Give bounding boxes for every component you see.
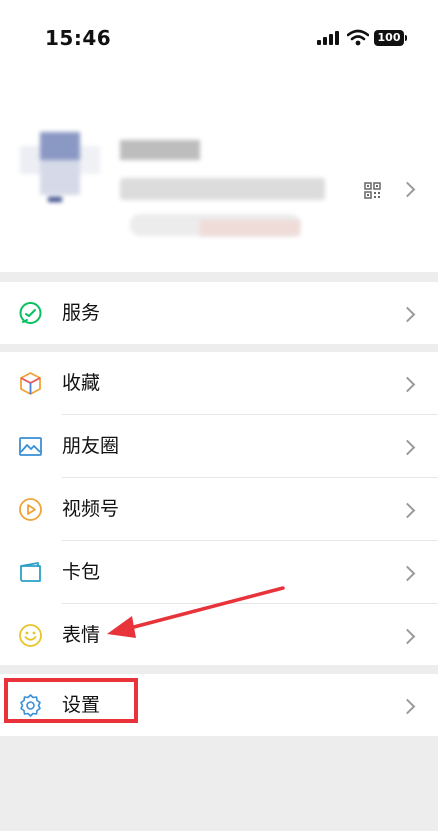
- status-time: 15:46: [45, 26, 112, 50]
- menu-item-label: 朋友圈: [62, 435, 120, 457]
- battery-icon: 100: [374, 30, 404, 46]
- chevron-right-icon: [399, 502, 416, 519]
- menu-item-stickers[interactable]: 表情: [0, 604, 438, 666]
- menu-item-label: 视频号: [62, 498, 120, 520]
- menu-item-moments[interactable]: 朋友圈: [0, 415, 438, 477]
- nickname: [120, 140, 200, 160]
- cellular-signal-icon: [317, 31, 339, 45]
- services-group: 服务: [0, 282, 438, 344]
- chevron-right-icon: [399, 565, 416, 582]
- wallet-icon: [20, 562, 41, 582]
- menu-item-label: 收藏: [62, 372, 101, 394]
- menu-item-label: 表情: [62, 624, 101, 646]
- status-bar: 15:46 100: [0, 0, 438, 72]
- cube-icon: [20, 372, 41, 395]
- services-icon: [19, 302, 42, 324]
- wifi-icon: [347, 29, 369, 46]
- profile-header[interactable]: [0, 72, 438, 272]
- menu-item-cards[interactable]: 卡包: [0, 541, 438, 603]
- menu-item-favorites[interactable]: 收藏: [0, 352, 438, 414]
- qr-code-icon[interactable]: [364, 182, 381, 199]
- menu-item-label: 服务: [62, 302, 101, 324]
- smiley-icon: [19, 624, 42, 647]
- chevron-right-icon: [399, 306, 416, 323]
- features-group: 收藏 朋友圈 视频号 卡包 表情: [0, 352, 438, 665]
- menu-item-channels[interactable]: 视频号: [0, 478, 438, 540]
- settings-highlight-box: [4, 678, 138, 723]
- play-icon: [19, 498, 42, 521]
- menu-item-label: 卡包: [62, 561, 101, 583]
- profile-chevron-icon: [399, 181, 416, 198]
- avatar[interactable]: [20, 132, 100, 207]
- status-tag-accent: [200, 220, 300, 236]
- chevron-right-icon: [399, 628, 416, 645]
- wechat-id: [120, 178, 325, 200]
- image-icon: [19, 437, 42, 456]
- battery-tip: [405, 35, 407, 41]
- menu-item-services[interactable]: 服务: [0, 282, 438, 344]
- chevron-right-icon: [399, 698, 416, 715]
- chevron-right-icon: [399, 376, 416, 393]
- chevron-right-icon: [399, 439, 416, 456]
